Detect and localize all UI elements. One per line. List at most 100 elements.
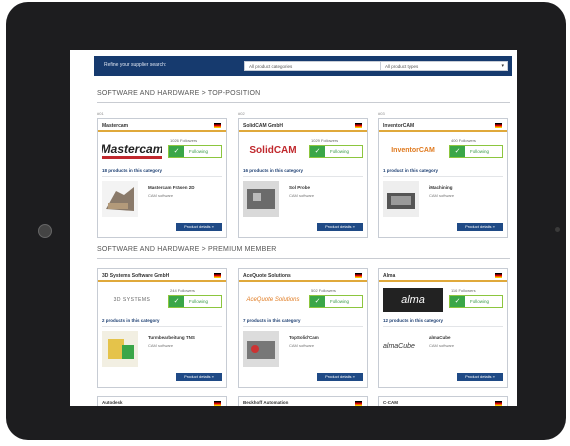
flag-de-icon bbox=[495, 273, 502, 278]
follow-label: Following bbox=[330, 299, 350, 304]
card-header: Alma bbox=[379, 269, 507, 282]
company-logo[interactable]: 3D SYSTEMS bbox=[102, 288, 162, 312]
product-details-button[interactable]: Product details » bbox=[317, 223, 363, 231]
divider bbox=[102, 326, 222, 327]
product-count-link[interactable]: 12 products in this category bbox=[383, 318, 443, 323]
thumbs-up-icon: ✓ bbox=[169, 146, 184, 157]
section-title: SOFTWARE AND HARDWARE > TOP-POSITION bbox=[97, 90, 261, 97]
company-logo[interactable]: Mastercam bbox=[102, 138, 162, 162]
follow-button[interactable]: ✓ Following bbox=[309, 295, 363, 308]
company-logo[interactable]: InventorCAM bbox=[383, 138, 443, 162]
product-name[interactable]: Mastercam Fräsen 2D bbox=[148, 185, 195, 190]
product-details-button[interactable]: Product details » bbox=[176, 223, 222, 231]
company-name[interactable]: SolidCAM GmbH bbox=[243, 123, 283, 129]
product-thumbnail[interactable] bbox=[243, 331, 279, 367]
divider bbox=[102, 176, 222, 177]
product-type: CAM software bbox=[429, 193, 455, 198]
product-name[interactable]: iMachining bbox=[429, 185, 453, 190]
supplier-card[interactable]: Alma alma 116 Followers ✓ Following 12 p… bbox=[378, 268, 508, 388]
product-count-link[interactable]: 2 products in this category bbox=[102, 318, 160, 323]
product-count-link[interactable]: 16 products in this category bbox=[243, 168, 303, 173]
product-name[interactable]: TopSolid'Cam bbox=[289, 335, 319, 340]
card-header: 3D Systems Software GmbH bbox=[98, 269, 226, 282]
follow-label: Following bbox=[189, 299, 209, 304]
company-name[interactable]: Autodesk bbox=[102, 400, 123, 405]
follow-button[interactable]: ✓ Following bbox=[168, 145, 222, 158]
tablet-frame: Refine your supplier search: All product… bbox=[6, 2, 566, 440]
product-type: CAM software bbox=[429, 343, 455, 348]
product-count-link[interactable]: 18 products in this category bbox=[102, 168, 162, 173]
logo-text: Mastercam bbox=[102, 142, 162, 159]
supplier-card[interactable]: Beckhoff Automation bbox=[238, 396, 368, 406]
thumbs-up-icon: ✓ bbox=[310, 296, 325, 307]
flag-de-icon bbox=[355, 123, 362, 128]
supplier-card[interactable]: Autodesk bbox=[97, 396, 227, 406]
logo-text: InventorCAM bbox=[391, 146, 435, 154]
logo-text: alma bbox=[401, 294, 425, 306]
company-name[interactable]: Beckhoff Automation bbox=[243, 400, 288, 405]
flag-de-icon bbox=[495, 123, 502, 128]
product-details-button[interactable]: Product details » bbox=[176, 373, 222, 381]
logo-text: 3D SYSTEMS bbox=[113, 297, 151, 303]
company-name[interactable]: 3D Systems Software GmbH bbox=[102, 273, 169, 279]
supplier-card[interactable]: SolidCAM GmbH SolidCAM 1029 Followers ✓ … bbox=[238, 118, 368, 238]
rank-label: #03 bbox=[378, 111, 385, 116]
product-count-link[interactable]: 1 product in this category bbox=[383, 168, 438, 173]
company-name[interactable]: C-CAM bbox=[383, 400, 398, 405]
product-thumbnail[interactable]: almaCube bbox=[383, 331, 419, 367]
thumbs-up-icon: ✓ bbox=[169, 296, 184, 307]
thumbs-up-icon: ✓ bbox=[450, 296, 465, 307]
supplier-card[interactable]: C-CAM bbox=[378, 396, 508, 406]
company-name[interactable]: AceQuote Solutions bbox=[243, 273, 291, 279]
supplier-card[interactable]: InventorCAM InventorCAM 400 Followers ✓ … bbox=[378, 118, 508, 238]
section-divider bbox=[97, 258, 510, 259]
product-type: CAM software bbox=[289, 193, 315, 198]
flag-de-icon bbox=[214, 123, 221, 128]
category-select[interactable]: All product categories ▾ bbox=[244, 61, 390, 71]
supplier-card[interactable]: 3D Systems Software GmbH 3D SYSTEMS 244 … bbox=[97, 268, 227, 388]
card-header: AceQuote Solutions bbox=[239, 269, 367, 282]
category-select-value: All product categories bbox=[249, 64, 293, 69]
product-name[interactable]: Turmbearbeitung TNS bbox=[148, 335, 195, 340]
follow-label: Following bbox=[330, 149, 350, 154]
company-logo[interactable]: SolidCAM bbox=[243, 138, 303, 162]
type-select[interactable]: All product types ▾ bbox=[380, 61, 508, 71]
product-thumbnail[interactable] bbox=[383, 181, 419, 217]
follow-button[interactable]: ✓ Following bbox=[168, 295, 222, 308]
product-name[interactable]: Sol Probe bbox=[289, 185, 310, 190]
follow-button[interactable]: ✓ Following bbox=[309, 145, 363, 158]
sensor-icon bbox=[555, 227, 560, 232]
product-thumbnail[interactable] bbox=[102, 181, 138, 217]
product-details-button[interactable]: Product details » bbox=[457, 223, 503, 231]
company-logo[interactable]: alma bbox=[383, 288, 443, 312]
follower-count: 400 Followers bbox=[451, 138, 476, 143]
product-type: CAM software bbox=[148, 343, 174, 348]
company-name[interactable]: Mastercam bbox=[102, 123, 128, 129]
thumbs-up-icon: ✓ bbox=[310, 146, 325, 157]
supplier-card[interactable]: Mastercam Mastercam 1026 Followers ✓ Fol… bbox=[97, 118, 227, 238]
card-header: InventorCAM bbox=[379, 119, 507, 132]
divider bbox=[383, 326, 503, 327]
product-name[interactable]: almaCube bbox=[429, 335, 451, 340]
section-title: SOFTWARE AND HARDWARE > PREMIUM MEMBER bbox=[97, 246, 277, 253]
company-logo[interactable]: AceQuote Solutions bbox=[243, 288, 303, 312]
product-thumbnail[interactable] bbox=[102, 331, 138, 367]
product-details-button[interactable]: Product details » bbox=[457, 373, 503, 381]
divider bbox=[243, 326, 363, 327]
flag-de-icon bbox=[495, 401, 502, 406]
follower-count: 502 Followers bbox=[311, 288, 336, 293]
flag-de-icon bbox=[355, 273, 362, 278]
product-thumbnail[interactable] bbox=[243, 181, 279, 217]
follower-count: 1029 Followers bbox=[311, 138, 339, 143]
supplier-card[interactable]: AceQuote Solutions AceQuote Solutions 50… bbox=[238, 268, 368, 388]
product-logo-text: almaCube bbox=[383, 343, 415, 350]
follow-button[interactable]: ✓ Following bbox=[449, 295, 503, 308]
follow-button[interactable]: ✓ Following bbox=[449, 145, 503, 158]
product-count-link[interactable]: 7 products in this category bbox=[243, 318, 301, 323]
follower-count: 116 Followers bbox=[451, 288, 476, 293]
company-name[interactable]: Alma bbox=[383, 273, 395, 279]
company-name[interactable]: InventorCAM bbox=[383, 123, 414, 129]
product-details-button[interactable]: Product details » bbox=[317, 373, 363, 381]
logo-text: SolidCAM bbox=[249, 144, 297, 156]
camera-icon bbox=[38, 224, 52, 238]
